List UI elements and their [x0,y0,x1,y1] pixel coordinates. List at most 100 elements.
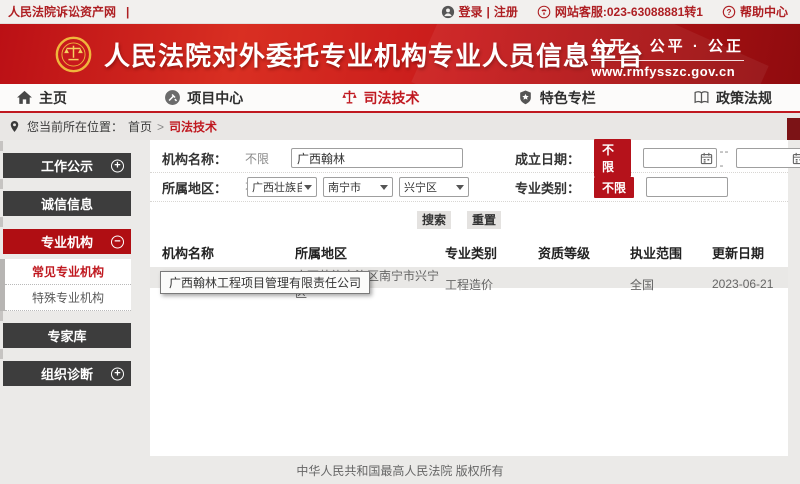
help-center-link[interactable]: 帮助中心 [740,3,788,20]
nav-item-project-center[interactable]: 项目中心 [164,88,243,108]
utility-left: 人民法院诉讼资产网 | [8,3,129,20]
sidebar-item-work-publicity[interactable]: 工作公示 [3,153,131,178]
founded-date-start-input[interactable] [643,148,716,168]
sidebar-item-expert-library[interactable]: 专家库 [3,323,131,348]
col-header-scope: 执业范围 [630,243,712,262]
sidebar-item-label: 工作公示 [41,156,93,175]
breadcrumb-home-link[interactable]: 首页 [128,118,152,135]
col-header-updated: 更新日期 [712,243,788,262]
founded-date-group: 成立日期： 不限 --- [515,139,800,177]
sidebar-subitem-special-orgs[interactable]: 特殊专业机构 [5,285,131,311]
slogan: 公开 · 公平 · 公正 [591,35,744,61]
col-header-org-name: 机构名称 [162,243,295,262]
help-icon: ? [722,5,736,19]
province-select-value: 广西壮族自治区 [252,179,302,195]
cell-scope: 全国 [630,276,712,293]
org-name-label: 机构名称： [162,149,227,168]
login-register-divider: | [487,5,490,19]
court-emblem-icon [55,36,92,73]
home-icon [16,89,33,106]
site-name[interactable]: 人民法院诉讼资产网 [8,3,116,20]
form-row-region: 所属地区： 不限 广西壮族自治区 南宁市 兴宁区 [150,173,788,202]
nav-item-policy[interactable]: 政策法规 [693,88,772,108]
platform-title: 人民法院对外委托专业机构专业人员信息平台 [104,36,644,73]
region-label: 所属地区： [162,178,227,197]
founded-date-end-input[interactable] [736,148,800,168]
city-select[interactable]: 南宁市 [323,177,393,197]
help-group: ? 帮助中心 [722,3,788,20]
site-banner: 人民法院对外委托专业机构专业人员信息平台 公开 · 公平 · 公正 www.rm… [0,24,800,84]
district-select-value: 兴宁区 [404,179,437,195]
utility-bar: 人民法院诉讼资产网 | 登录 | 注册 网站客服:023-63088881转1 [0,0,800,24]
sidebar-subitem-common-orgs[interactable]: 常见专业机构 [5,259,131,285]
founded-date-label: 成立日期： [515,149,580,168]
category-label: 专业类别： [515,178,580,197]
category-unlimited-button[interactable]: 不限 [594,177,634,198]
sidebar-item-integrity-info[interactable]: 诚信信息 [3,191,131,216]
nav-item-home[interactable]: 主页 [16,88,67,108]
banner-right: 公开 · 公平 · 公正 www.rmfysszc.gov.cn [591,35,744,79]
nav-item-special-column[interactable]: 特色专栏 [517,88,596,108]
utility-right: 登录 | 注册 网站客服:023-63088881转1 ? 帮助中心 [427,3,789,20]
date-range-separator: --- [720,144,733,172]
login-register-group: 登录 | 注册 [441,3,518,20]
table-header-row: 机构名称 所属地区 专业类别 资质等级 执业范围 更新日期 [150,240,788,264]
sidebar-item-label: 专业机构 [41,232,93,251]
col-header-category: 专业类别 [445,243,538,262]
footer: 中华人民共和国最高人民法院 版权所有 [0,456,800,484]
col-header-region: 所属地区 [295,243,445,262]
expand-icon[interactable] [111,367,124,380]
copyright-text: 中华人民共和国最高人民法院 版权所有 [296,462,503,479]
hotline-text: 网站客服:023-63088881转1 [555,3,703,20]
sidebar: 工作公示 诚信信息 专业机构 常见专业机构 特殊专业机构 专家库 组织诊断 [0,140,150,456]
founded-date-unlimited-button[interactable]: 不限 [594,139,631,177]
org-name-unlimited-text[interactable]: 不限 [245,150,269,167]
sidebar-item-label: 组织诊断 [41,364,93,383]
expand-icon[interactable] [111,159,124,172]
calendar-icon[interactable] [700,152,713,165]
breadcrumb: 您当前所在位置： 首页 > 司法技术 [0,113,800,140]
cell-category: 工程造价 [445,276,538,293]
project-center-icon [164,89,181,106]
breadcrumb-separator: > [157,120,164,134]
svg-text:?: ? [727,7,732,16]
category-group: 专业类别： 不限 [515,177,728,198]
nav-item-judicial-tech[interactable]: 司法技术 [341,88,420,108]
content: 工作公示 诚信信息 专业机构 常见专业机构 特殊专业机构 专家库 组织诊断 [0,140,800,456]
main-panel: 机构名称： 不限 成立日期： 不限 --- [150,140,788,456]
location-pin-icon [8,120,22,134]
org-name-tooltip: 广西翰林工程项目管理有限责任公司 [160,271,370,294]
nav-label: 特色专栏 [540,88,596,108]
scales-icon [341,89,358,106]
register-link[interactable]: 注册 [494,3,518,20]
page: 人民法院诉讼资产网 | 登录 | 注册 网站客服:023-63088881转1 [0,0,800,484]
col-header-grade: 资质等级 [538,243,630,262]
hotline-group: 网站客服:023-63088881转1 [537,3,703,20]
sidebar-item-professional-orgs[interactable]: 专业机构 [3,229,131,254]
main-nav: 主页 项目中心 司法技术 特色专栏 政策法规 [0,84,800,113]
search-button[interactable]: 搜索 [417,211,451,229]
user-icon [441,5,455,19]
login-link[interactable]: 登录 [459,3,483,20]
district-select[interactable]: 兴宁区 [399,177,469,197]
sidebar-item-label: 诚信信息 [41,194,93,213]
category-input[interactable] [646,177,728,197]
reset-button[interactable]: 重置 [467,211,501,229]
form-row-org-name: 机构名称： 不限 成立日期： 不限 --- [150,144,788,173]
website-url: www.rmfysszc.gov.cn [591,64,744,79]
calendar-icon[interactable] [792,152,800,165]
actions-row: 搜索 重置 [417,211,788,229]
chevron-down-icon [304,185,312,190]
city-select-value: 南宁市 [328,179,361,195]
breadcrumb-current[interactable]: 司法技术 [169,118,217,135]
scroll-thumb-marker[interactable] [787,118,800,140]
cell-updated: 2023-06-21 [712,277,788,291]
region-selects: 广西壮族自治区 南宁市 兴宁区 [247,177,469,197]
collapse-icon[interactable] [111,235,124,248]
breadcrumb-prefix: 您当前所在位置： [27,118,123,135]
sidebar-item-org-diagnosis[interactable]: 组织诊断 [3,361,131,386]
province-select[interactable]: 广西壮族自治区 [247,177,317,197]
org-name-input[interactable] [291,148,463,168]
chevron-down-icon [456,185,464,190]
sidebar-item-label: 专家库 [47,326,86,345]
